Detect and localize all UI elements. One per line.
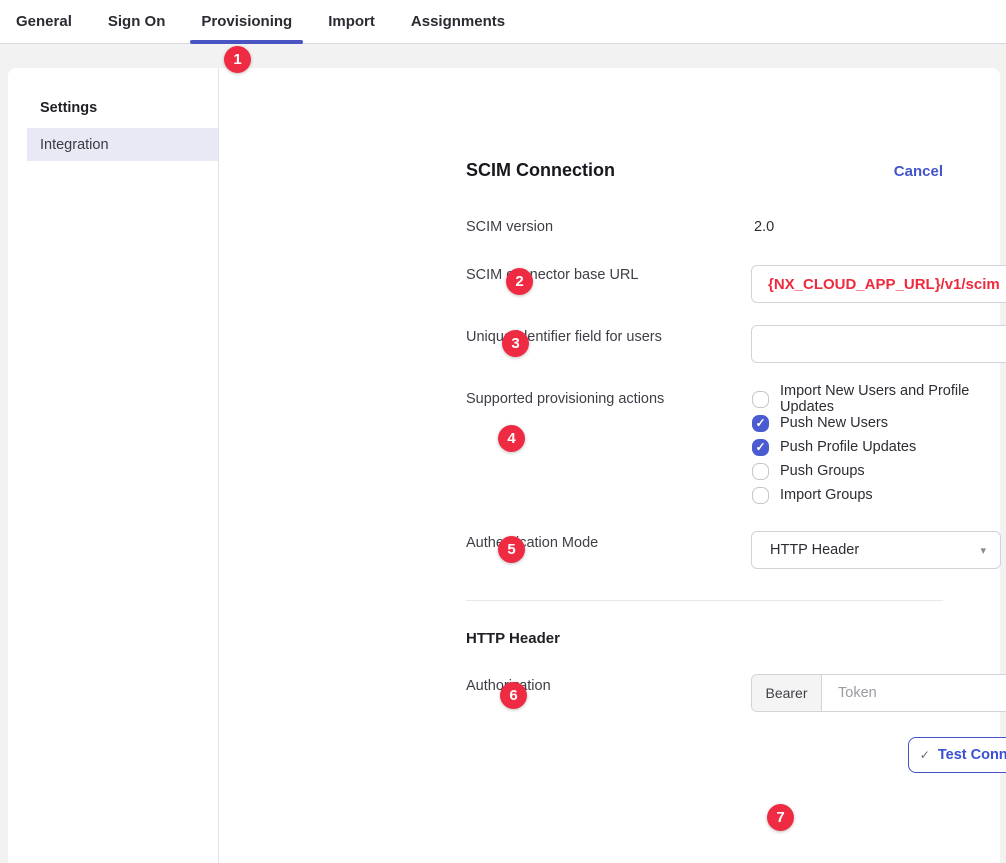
tab-label: Import (328, 13, 375, 30)
base-url-input[interactable] (751, 265, 1006, 303)
tab-label: Provisioning (201, 13, 292, 30)
unique-id-input[interactable] (751, 325, 1006, 363)
sidebar-header: Settings (8, 68, 218, 116)
sidebar-item-label: Integration (40, 137, 109, 153)
annotation-badge-2: 2 (506, 268, 533, 295)
action-push-groups[interactable]: Push Groups (752, 459, 1000, 483)
annotation-badge-4: 4 (498, 425, 525, 452)
bearer-prefix: Bearer (752, 675, 822, 711)
action-import-groups[interactable]: Import Groups (752, 483, 1000, 507)
scim-connection-form: SCIM Connection Cancel SCIM version 2.0 … (219, 68, 1000, 863)
authorization-input-group: Bearer (751, 674, 1006, 712)
checkbox-icon[interactable] (752, 391, 769, 408)
annotation-badge-6: 6 (500, 682, 527, 709)
provisioning-actions-list: Import New Users and Profile Updates Pus… (752, 387, 1000, 507)
checkbox-icon[interactable] (752, 487, 769, 504)
action-push-profile-updates[interactable]: Push Profile Updates (752, 435, 1000, 459)
auth-mode-label: Authentication Mode (466, 533, 598, 553)
app-tab-bar: General Sign On Provisioning Import Assi… (0, 0, 1006, 44)
http-header-section-title: HTTP Header (466, 630, 560, 647)
settings-sidebar: Settings Integration (8, 68, 219, 863)
tab-general[interactable]: General (16, 0, 72, 43)
auth-mode-selected-value: HTTP Header (770, 542, 859, 558)
test-connector-label: Test Connector Configuration (938, 747, 1006, 763)
checkbox-icon[interactable] (752, 439, 769, 456)
annotation-badge-1: 1 (224, 46, 251, 73)
action-push-new-users[interactable]: Push New Users (752, 411, 1000, 435)
action-label: Push Groups (780, 463, 865, 479)
annotation-badge-3: 3 (502, 330, 529, 357)
cancel-link-top[interactable]: Cancel (894, 163, 943, 180)
scim-version-label: SCIM version (466, 217, 553, 237)
tab-import[interactable]: Import (328, 0, 375, 43)
tab-label: Assignments (411, 13, 505, 30)
settings-card: Settings Integration SCIM Connection Can… (8, 68, 1000, 863)
base-url-label: SCIM connector base URL (466, 265, 638, 285)
provisioning-page: General Sign On Provisioning Import Assi… (0, 0, 1006, 863)
section-divider (466, 600, 943, 601)
tab-assignments[interactable]: Assignments (411, 0, 505, 43)
tab-provisioning[interactable]: Provisioning (201, 0, 292, 43)
action-label: Push New Users (780, 415, 888, 431)
active-tab-underline (190, 40, 303, 44)
annotation-badge-7: 7 (767, 804, 794, 831)
tab-label: Sign On (108, 13, 166, 30)
auth-mode-select[interactable]: HTTP Header ▾ (751, 531, 1001, 569)
token-input[interactable] (822, 675, 1006, 711)
scim-version-value: 2.0 (754, 217, 774, 237)
unique-id-label: Unique identifier field for users (466, 327, 662, 347)
check-icon: ✓ (920, 748, 930, 762)
page-title: SCIM Connection (466, 160, 615, 181)
action-label: Push Profile Updates (780, 439, 916, 455)
sidebar-item-integration[interactable]: Integration (27, 128, 218, 161)
provisioning-actions-label: Supported provisioning actions (466, 389, 664, 409)
action-label: Import Groups (780, 487, 873, 503)
chevron-down-icon: ▾ (980, 544, 986, 557)
annotation-badge-5: 5 (498, 536, 525, 563)
tab-sign-on[interactable]: Sign On (108, 0, 166, 43)
checkbox-icon[interactable] (752, 415, 769, 432)
test-connector-button[interactable]: ✓ Test Connector Configuration (908, 737, 1006, 773)
tab-label: General (16, 13, 72, 30)
checkbox-icon[interactable] (752, 463, 769, 480)
action-import-new-users[interactable]: Import New Users and Profile Updates (752, 387, 1000, 411)
